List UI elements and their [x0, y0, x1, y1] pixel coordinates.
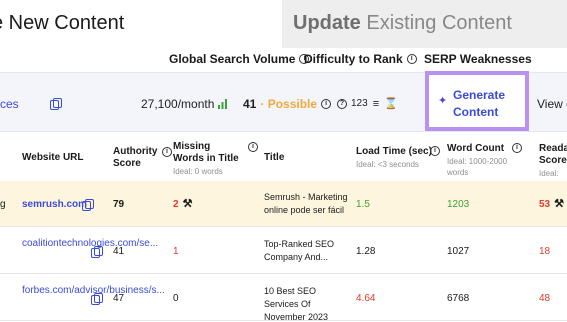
missing-words-value: 2 ⚒ [173, 198, 193, 211]
sources-link[interactable]: ces [0, 97, 19, 111]
copy-icon[interactable] [50, 98, 62, 110]
info-icon[interactable]: i [512, 143, 522, 153]
readability-value: 18 [539, 246, 551, 257]
hammer-icon[interactable]: ⚒ [183, 198, 193, 211]
hammer-icon[interactable]: ⚒ [554, 198, 564, 211]
website-url-link[interactable]: semrush.com [22, 198, 87, 211]
tab-create-label: e New Content [0, 12, 125, 34]
trend-bars-icon [218, 99, 228, 109]
column-header-authority-score: Authority Score [113, 146, 158, 169]
serp-weakness-value: ? 123 ≡ ⌛ [337, 97, 398, 110]
website-url-link[interactable]: coalitiontechnologies.com/se... [22, 237, 158, 250]
search-volume-value: 27,100/month [141, 97, 228, 111]
table-row[interactable]: coalitiontechnologies.com/se... 41 1 Top… [0, 228, 567, 274]
info-icon[interactable]: i [162, 147, 172, 157]
load-time-value: 1.28 [356, 246, 376, 257]
page-title: Top-Ranked SEO Company And... [264, 239, 335, 262]
list-icon[interactable]: ≡ [373, 98, 379, 110]
word-count-value: 1027 [447, 246, 470, 257]
tab-create-new-content[interactable]: e New Content [0, 0, 282, 48]
tab-update-label: Update Existing Content [293, 12, 512, 34]
serp-weaknesses-header: SERP Weaknesses [424, 52, 532, 66]
page-title: Semrush - Marketing online pode ser fáci… [264, 192, 348, 215]
table-row[interactable]: g semrush.com 79 2 ⚒ Semrush - Marketing … [0, 181, 567, 227]
info-icon[interactable]: i [248, 142, 258, 152]
difficulty-to-rank-header: Difficulty to Rank i [304, 52, 417, 66]
missing-words-value: 1 [173, 246, 179, 257]
authority-score: 79 [113, 199, 125, 210]
word-count-value: 1203 [447, 199, 470, 210]
content-mode-tabs: e New Content Update Existing Content [0, 0, 567, 48]
column-header-title: Title [264, 152, 285, 163]
readability-value: 48 [539, 293, 551, 304]
page-title: 10 Best SEO Services Of November 2023 [264, 286, 329, 322]
load-time-value: 1.5 [356, 199, 370, 210]
tab-update-existing-content[interactable]: Update Existing Content [282, 0, 567, 48]
column-header-missing-words: Missing Words in Title Ideal: 0 words [173, 141, 239, 176]
authority-score: 41 [113, 246, 125, 257]
copy-icon[interactable] [91, 246, 103, 258]
column-header-word-count: Word Count Ideal: 1000-2000 words [447, 143, 508, 177]
column-header-website-url: Website URL [22, 152, 84, 163]
word-count-value: 6768 [447, 293, 470, 304]
sparkle-icon: ✦ [438, 95, 448, 107]
generate-content-button[interactable]: ✦ Generate Content [425, 71, 529, 131]
generate-content-label: Generate Content [453, 88, 506, 119]
difficulty-value: 41 · Possible i [243, 97, 332, 111]
info-icon[interactable]: i [430, 146, 440, 156]
help-icon[interactable]: ? [337, 98, 347, 109]
view-competitors-link[interactable]: View c [537, 97, 567, 111]
load-time-value: 4.64 [356, 293, 376, 304]
copy-icon[interactable] [82, 199, 94, 211]
info-icon[interactable]: i [406, 54, 417, 64]
global-search-volume-header: Global Search Volume i [169, 52, 310, 66]
info-icon[interactable]: i [321, 99, 332, 109]
readability-value: 53 ⚒ [539, 198, 564, 211]
missing-words-value: 0 [173, 293, 179, 304]
copy-icon[interactable] [91, 293, 103, 305]
metrics-header: Global Search Volume i Difficulty to Ran… [0, 48, 567, 70]
hourglass-icon[interactable]: ⌛ [384, 97, 398, 110]
table-row[interactable]: forbes.com/advisor/business/s... 47 0 10… [0, 275, 567, 322]
website-url-link[interactable]: forbes.com/advisor/business/s... [22, 284, 165, 297]
authority-score: 47 [113, 293, 125, 304]
